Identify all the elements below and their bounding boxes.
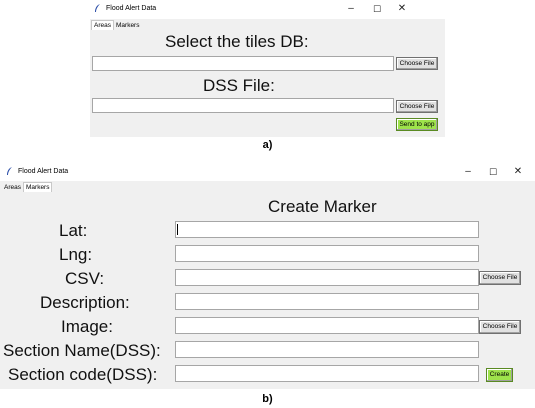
window-title: Flood Alert Data <box>106 5 157 12</box>
caption-b: b) <box>262 393 273 405</box>
description-label: Description: <box>40 293 130 312</box>
window-b: Flood Alert Data – ☐ ✕ Areas Markers Cre… <box>0 163 535 389</box>
lat-input[interactable] <box>175 221 479 238</box>
tab-areas[interactable]: Areas <box>91 20 114 30</box>
image-input[interactable] <box>175 317 479 334</box>
close-button[interactable]: ✕ <box>395 4 409 14</box>
section-name-input[interactable] <box>175 341 479 358</box>
tab-strip-b: Areas Markers <box>0 181 535 192</box>
tiles-path-input[interactable] <box>92 56 394 71</box>
dss-choose-file-button[interactable]: Choose File <box>396 100 438 113</box>
create-marker-heading: Create Marker <box>268 197 377 216</box>
feather-icon <box>7 167 12 175</box>
feather-icon <box>95 4 100 12</box>
image-choose-file-button[interactable]: Choose File <box>479 320 521 334</box>
minimize-button[interactable]: – <box>344 4 358 14</box>
minimize-button[interactable]: – <box>461 167 475 177</box>
image-label: Image: <box>61 317 113 336</box>
titlebar-b: Flood Alert Data – ☐ ✕ <box>0 163 535 181</box>
tab-areas[interactable]: Areas <box>2 183 23 192</box>
dss-heading: DSS File: <box>203 76 275 95</box>
window-title: Flood Alert Data <box>18 168 69 175</box>
lng-label: Lng: <box>59 245 93 264</box>
tab-strip-a: Areas Markers <box>90 19 445 30</box>
maximize-button[interactable]: ☐ <box>370 4 384 14</box>
caption-a: a) <box>262 139 273 151</box>
maximize-button[interactable]: ☐ <box>486 167 500 177</box>
csv-choose-file-button[interactable]: Choose File <box>479 271 521 285</box>
csv-label: CSV: <box>65 269 105 288</box>
lng-input[interactable] <box>175 245 479 262</box>
tiles-choose-file-button[interactable]: Choose File <box>396 57 438 70</box>
dss-path-input[interactable] <box>92 98 394 113</box>
tab-markers[interactable]: Markers <box>114 21 142 30</box>
section-code-label: Section code(DSS): <box>8 365 158 384</box>
csv-input[interactable] <box>175 269 479 286</box>
section-code-input[interactable] <box>175 365 479 382</box>
window-a: Flood Alert Data – ☐ ✕ Areas Markers Sel… <box>90 0 445 137</box>
close-button[interactable]: ✕ <box>511 167 525 177</box>
titlebar-a: Flood Alert Data – ☐ ✕ <box>90 0 445 19</box>
lat-label: Lat: <box>59 221 88 240</box>
tab-markers[interactable]: Markers <box>23 182 53 192</box>
send-to-app-button[interactable]: Send to app <box>396 118 438 131</box>
tiles-heading: Select the tiles DB: <box>165 32 309 51</box>
section-name-label: Section Name(DSS): <box>3 341 161 360</box>
create-button[interactable]: Create <box>486 368 513 382</box>
text-cursor <box>177 224 178 235</box>
description-input[interactable] <box>175 293 479 310</box>
